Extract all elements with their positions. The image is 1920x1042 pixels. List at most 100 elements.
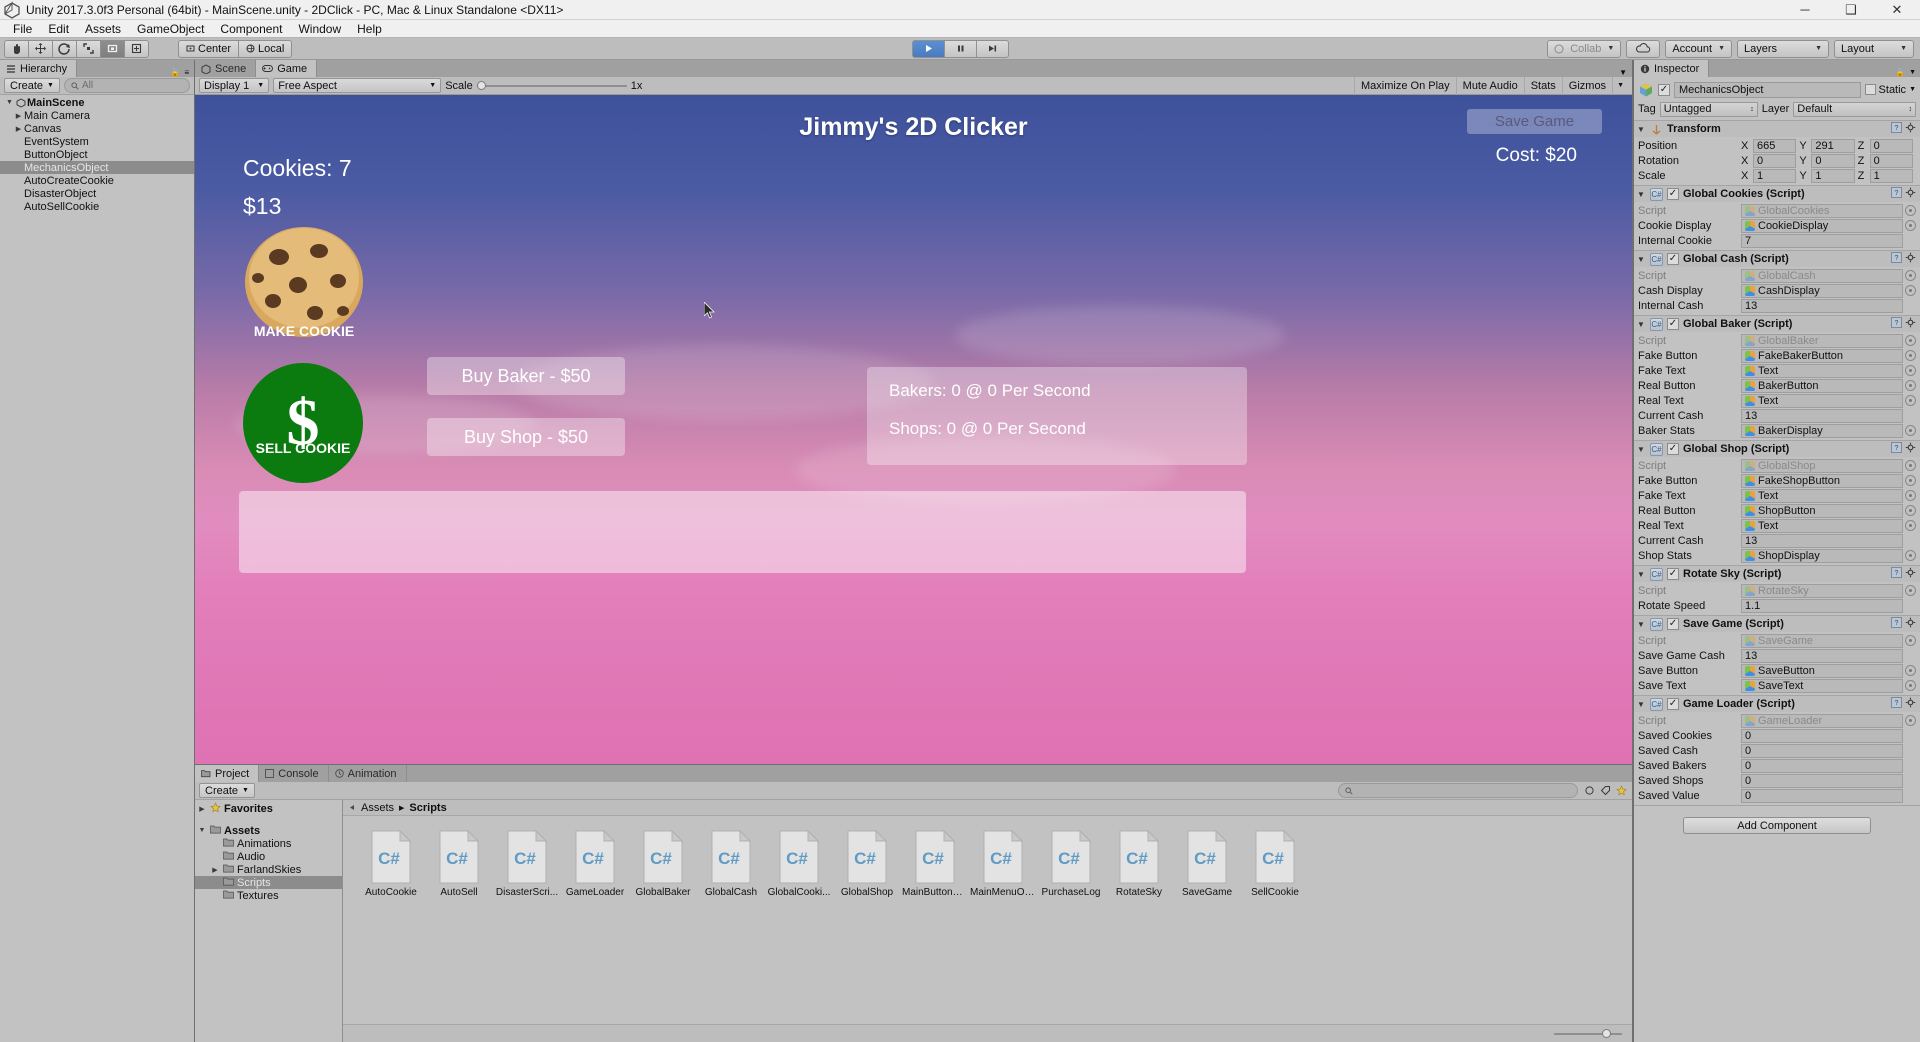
gear-icon[interactable] [1905,697,1916,711]
hierarchy-item-disasterobject[interactable]: ▶DisasterObject [0,187,194,200]
step-button[interactable] [976,39,1009,58]
save-game-script-header[interactable]: ▼ C# ✓ Save Game (Script)? [1634,616,1920,632]
maximize-button[interactable]: ❑ [1828,0,1874,20]
transform-header[interactable]: ▼ Transform ? [1634,121,1920,137]
static-toggle[interactable]: Static ▼ [1864,84,1916,96]
help-icon[interactable]: ? [1891,697,1902,711]
script-field[interactable]: RotateSky [1741,583,1903,598]
pivot-mode-button[interactable]: Center [178,39,240,58]
rotate-speed-field[interactable]: 1.1 [1741,598,1903,613]
hierarchy-create-button[interactable]: Create ▼ [4,78,60,93]
asset-item[interactable]: C# AutoCookie [357,829,425,898]
save-game-cash-field[interactable]: 13 [1741,648,1903,663]
favorite-star-icon[interactable] [1614,784,1628,798]
disclosure-triangle-icon[interactable]: ▼ [4,99,15,106]
component-enabled-checkbox[interactable]: ✓ [1667,618,1679,630]
help-icon[interactable]: ? [1891,442,1902,456]
filter-by-type-icon[interactable] [1582,784,1596,798]
minimize-button[interactable]: ─ [1782,0,1828,20]
asset-zoom-knob[interactable] [1602,1028,1611,1038]
object-picker-icon[interactable] [1905,365,1916,376]
rotate-sky-script-header[interactable]: ▼ C# ✓ Rotate Sky (Script)? [1634,566,1920,582]
chevron-down-icon[interactable]: ▼ [1909,86,1916,93]
component-enabled-checkbox[interactable]: ✓ [1667,568,1679,580]
collab-button[interactable]: Collab ▼ [1547,39,1622,58]
fake-text-field[interactable]: Text [1741,488,1903,503]
gear-icon[interactable] [1905,252,1916,266]
asset-item[interactable]: C# MainMenuOp... [969,829,1037,898]
object-picker-icon[interactable] [1905,350,1916,361]
object-picker-icon[interactable] [1905,550,1916,561]
static-checkbox[interactable] [1864,84,1876,95]
tab-project[interactable]: Project [195,765,260,782]
shop-stats-field[interactable]: ShopDisplay [1741,548,1903,563]
space-mode-button[interactable]: Local [238,39,293,58]
real-text-field[interactable]: Text [1741,393,1903,408]
object-picker-icon[interactable] [1905,220,1916,231]
tab-inspector[interactable]: Inspector [1634,60,1710,77]
gear-icon[interactable] [1905,567,1916,581]
global-shop-script-header[interactable]: ▼ C# ✓ Global Shop (Script)? [1634,441,1920,457]
menu-assets[interactable]: Assets [77,21,129,37]
scale-slider-track[interactable] [476,80,627,90]
hierarchy-search-input[interactable]: All [63,78,190,93]
asset-item[interactable]: C# AutoSell [425,829,493,898]
panel-menu-icon[interactable]: ▼ [1619,68,1627,77]
save-button-field[interactable]: SaveButton [1741,663,1903,678]
component-enabled-checkbox[interactable]: ✓ [1667,318,1679,330]
menu-window[interactable]: Window [290,21,349,37]
gear-icon[interactable] [1905,442,1916,456]
foldout-icon[interactable]: ▼ [1637,255,1646,264]
asset-zoom-slider[interactable] [1554,1028,1622,1038]
component-enabled-checkbox[interactable]: ✓ [1667,188,1679,200]
saved-cookies-field[interactable]: 0 [1741,728,1903,743]
foldout-icon[interactable]: ▼ [1637,125,1646,134]
object-picker-icon[interactable] [1905,425,1916,436]
gear-icon[interactable] [1905,317,1916,331]
position-z-input[interactable]: 0 [1869,138,1913,153]
tab-game[interactable]: Game [256,60,318,77]
disclosure-triangle-icon[interactable]: ▶ [210,866,220,874]
baker-stats-field[interactable]: BakerDisplay [1741,423,1903,438]
object-picker-icon[interactable] [1905,335,1916,346]
help-icon[interactable]: ? [1891,567,1902,581]
lock-icon[interactable]: 🔒 [1895,68,1905,77]
position-y-input[interactable]: 291 [1811,138,1855,153]
tab-console[interactable]: Console [259,765,329,782]
account-button[interactable]: Account ▼ [1665,39,1732,58]
object-picker-icon[interactable] [1905,285,1916,296]
asset-item[interactable]: C# GameLoader [561,829,629,898]
close-button[interactable]: ✕ [1874,0,1920,20]
hierarchy-item-canvas[interactable]: ▶ Canvas [0,122,194,135]
project-tree-item-scripts[interactable]: ▶Scripts [195,876,342,889]
maximize-on-play-toggle[interactable]: Maximize On Play [1354,76,1456,95]
layer-dropdown[interactable]: Default ↕ [1793,101,1916,117]
tab-hierarchy[interactable]: Hierarchy [0,60,78,77]
disclosure-triangle-icon[interactable]: ▶ [197,805,207,813]
foldout-icon[interactable]: ▼ [1637,190,1646,199]
rotate-tool-icon[interactable] [52,39,77,58]
help-icon[interactable]: ? [1891,317,1902,331]
gizmos-toggle[interactable]: Gizmos [1561,76,1612,95]
object-picker-icon[interactable] [1905,270,1916,281]
aspect-dropdown[interactable]: Free Aspect ▼ [273,78,442,93]
move-tool-icon[interactable] [28,39,53,58]
layers-button[interactable]: Layers ▼ [1737,39,1829,58]
game-loader-script-header[interactable]: ▼ C# ✓ Game Loader (Script)? [1634,696,1920,712]
mute-audio-toggle[interactable]: Mute Audio [1455,76,1524,95]
tag-dropdown[interactable]: Untagged ↕ [1659,101,1758,117]
add-component-button[interactable]: Add Component [1683,817,1871,834]
menu-file[interactable]: File [5,21,40,37]
project-tree-item-animations[interactable]: ▶Animations [195,837,342,850]
project-create-button[interactable]: Create ▼ [199,783,255,798]
global-cookies-script-header[interactable]: ▼ C# ✓ Global Cookies (Script)? [1634,186,1920,202]
project-tree-item-assets[interactable]: ▼ Assets [195,824,342,837]
object-picker-icon[interactable] [1905,395,1916,406]
object-picker-icon[interactable] [1905,520,1916,531]
menu-edit[interactable]: Edit [40,21,77,37]
script-field[interactable]: GlobalShop [1741,458,1903,473]
hierarchy-item-autocreatecookie[interactable]: ▶AutoCreateCookie [0,174,194,187]
help-icon[interactable]: ? [1891,252,1902,266]
hierarchy-item-main-camera[interactable]: ▶ Main Camera [0,109,194,122]
foldout-icon[interactable]: ▼ [1637,570,1646,579]
